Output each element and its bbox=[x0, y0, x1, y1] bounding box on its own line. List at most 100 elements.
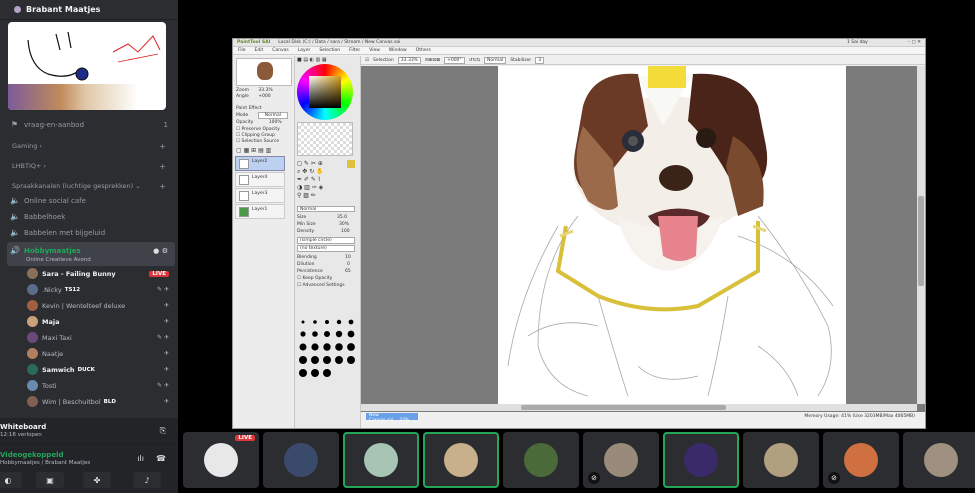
camera-button[interactable]: ◐ bbox=[0, 472, 22, 488]
category-label: Spraakkanalen (luchtige gesprekken) bbox=[12, 182, 134, 190]
menu-filter[interactable]: Filter bbox=[349, 48, 360, 53]
screen-share-button[interactable]: ▣ bbox=[36, 472, 64, 488]
clipping-group-checkbox[interactable]: ☐ Clipping Group bbox=[236, 133, 275, 138]
menu-layer[interactable]: Layer bbox=[298, 48, 311, 53]
advanced-settings-checkbox[interactable]: ☐ Advanced Settings bbox=[297, 283, 345, 288]
category-voice[interactable]: Spraakkanalen (luchtige gesprekken) ⌄ + bbox=[12, 182, 172, 191]
nicky-tile[interactable] bbox=[263, 432, 339, 488]
layer-buttons-icon[interactable]: ▢ ▦ ⊞ ▤ ▥ bbox=[236, 147, 271, 154]
category-lhbtiq[interactable]: LHBTIQ+ › + bbox=[12, 162, 172, 171]
min-size-row[interactable]: Min Size 30% bbox=[297, 222, 357, 227]
active-channel-row[interactable]: 🔊 Hobbymaatjes ● ⚙ bbox=[10, 246, 174, 255]
layer-row[interactable]: Layer1 bbox=[235, 204, 285, 219]
selection-source-checkbox[interactable]: ☐ Selection Source bbox=[236, 139, 279, 144]
voice-user[interactable]: Tosti ✎ ✈ bbox=[27, 380, 173, 391]
voice-user[interactable]: Maxi Taxi ✎ ✈ bbox=[27, 332, 173, 343]
blend-select[interactable]: Normal bbox=[484, 56, 507, 64]
preserve-opacity-checkbox[interactable]: ☐ Preserve Opacity bbox=[236, 127, 280, 132]
server-banner[interactable] bbox=[8, 22, 166, 110]
voice-user[interactable]: Wim | Beschuitbol BLD ✈ bbox=[27, 396, 173, 407]
kevin-tile[interactable] bbox=[343, 432, 419, 488]
zoom-field[interactable]: 33.33% bbox=[397, 56, 421, 64]
avatar bbox=[27, 316, 38, 327]
zoom-buttons-icon[interactable]: ⊟⊞⊡⊠ bbox=[425, 58, 440, 63]
window-controls-icon[interactable]: – ▢ ✕ bbox=[908, 40, 921, 45]
app-title: PaintTool SAI bbox=[237, 40, 271, 45]
channel-actions-icon[interactable]: ● ⚙ bbox=[153, 247, 168, 255]
server-icon bbox=[14, 6, 21, 13]
voice-channel-babbelen[interactable]: 🔈 Babbelen met bijgeluid bbox=[10, 228, 174, 237]
user-status-icons: ✎ ✈ bbox=[157, 334, 169, 341]
rotate-buttons-icon[interactable]: ↺↻⇆ bbox=[469, 58, 480, 63]
voice-user[interactable]: Naatje ✈ bbox=[27, 348, 173, 359]
add-channel-icon[interactable]: + bbox=[159, 182, 166, 191]
size-row[interactable]: Size 35.0 bbox=[297, 215, 347, 220]
color-mode-icons[interactable]: ■ ▤ ◐ ▥ ▦ bbox=[297, 57, 327, 63]
tosti-tile[interactable] bbox=[743, 432, 819, 488]
vertical-scrollbar[interactable] bbox=[917, 66, 925, 404]
dilution-row[interactable]: Dilution 0 bbox=[297, 262, 357, 267]
activity-button[interactable]: ✤ bbox=[83, 472, 111, 488]
maja-tile[interactable] bbox=[423, 432, 499, 488]
menu-view[interactable]: View bbox=[369, 48, 380, 53]
layer-row[interactable]: Layer3 bbox=[235, 188, 285, 203]
participant-avatar bbox=[524, 443, 558, 477]
brush-size-grid[interactable] bbox=[297, 292, 357, 392]
disconnect-icon[interactable]: ☎ bbox=[156, 454, 166, 463]
sara-tile[interactable]: LIVE bbox=[183, 432, 259, 488]
primary-color-swatch[interactable] bbox=[347, 160, 355, 168]
color-wheel[interactable] bbox=[297, 64, 353, 120]
rotation-field[interactable]: +000° bbox=[444, 56, 465, 64]
menu-selection[interactable]: Selection bbox=[319, 48, 340, 53]
voice-user[interactable]: Samwich DUCK ✈ bbox=[27, 364, 173, 375]
persistence-row[interactable]: Persistence 65 bbox=[297, 269, 357, 274]
menu-window[interactable]: Window bbox=[389, 48, 407, 53]
paint-effect-label[interactable]: Paint Effect bbox=[236, 106, 262, 111]
menu-canvas[interactable]: Canvas bbox=[272, 48, 289, 53]
add-channel-icon[interactable]: + bbox=[159, 162, 166, 171]
voice-channel-babbelhoek[interactable]: 🔈 Babbelhoek bbox=[10, 212, 174, 221]
tool-mode-select[interactable]: Normal bbox=[297, 206, 355, 212]
canvas-tab[interactable]: New Canvas.sai 33% bbox=[366, 413, 418, 423]
category-gaming[interactable]: Gaming › + bbox=[12, 142, 172, 151]
mode-row[interactable]: Mode Normal bbox=[236, 112, 288, 119]
voice-user[interactable]: Maja ✈ bbox=[27, 316, 173, 327]
stabilizer-field[interactable]: 3 bbox=[535, 56, 545, 64]
muted-icon: ⊘ bbox=[588, 472, 600, 484]
navigator-preview[interactable] bbox=[236, 58, 292, 86]
voice-user[interactable]: Kevin | Wentelteef deluxe ✈ bbox=[27, 300, 173, 311]
drawing-canvas[interactable] bbox=[498, 66, 846, 406]
layer-row[interactable]: Layer4 bbox=[235, 172, 285, 187]
participant-avatar bbox=[844, 443, 878, 477]
selection-checkbox[interactable]: ☑ bbox=[365, 58, 369, 63]
naatje-tile[interactable]: ⊘ bbox=[583, 432, 659, 488]
voice-channel-online-social-cafe[interactable]: 🔈 Online social cafe bbox=[10, 196, 174, 205]
channel-vraag-en-aanbod[interactable]: ⚑ vraag-en-aanbod 1 bbox=[10, 120, 174, 129]
extra-tile[interactable] bbox=[903, 432, 975, 488]
soundboard-button[interactable]: ♪ bbox=[133, 472, 161, 488]
samwich-tile[interactable] bbox=[663, 432, 739, 488]
layer-row-active[interactable]: Layer2 bbox=[235, 156, 285, 171]
menu-edit[interactable]: Edit bbox=[255, 48, 264, 53]
noise-suppression-icon[interactable]: ılı bbox=[137, 454, 144, 463]
swatch-area[interactable] bbox=[297, 122, 353, 156]
brush-texture-select[interactable]: (no texture) bbox=[297, 245, 355, 252]
activity-icon[interactable]: ⎘ bbox=[160, 426, 166, 436]
menu-file[interactable]: File bbox=[238, 48, 246, 53]
blending-row[interactable]: Blending 10 bbox=[297, 255, 357, 260]
wim-tile[interactable]: ⊘ bbox=[823, 432, 899, 488]
canvas-area[interactable] bbox=[361, 66, 925, 412]
participant-avatar bbox=[764, 443, 798, 477]
server-header[interactable]: Brabant Maatjes bbox=[0, 0, 178, 20]
maxi-tile[interactable] bbox=[503, 432, 579, 488]
voice-user[interactable]: Sara - Failing Bunny LIVE bbox=[27, 268, 173, 279]
opacity-row[interactable]: Opacity 100% bbox=[236, 120, 282, 125]
density-row[interactable]: Density 100 bbox=[297, 229, 357, 234]
brush-shape-select[interactable]: (simple circle) bbox=[297, 237, 355, 244]
voice-user[interactable]: .Nicky TS12 ✎ ✈ bbox=[27, 284, 173, 295]
add-channel-icon[interactable]: + bbox=[159, 142, 166, 151]
horizontal-scrollbar[interactable] bbox=[361, 404, 917, 411]
menu-others[interactable]: Others bbox=[416, 48, 431, 53]
keep-opacity-checkbox[interactable]: ☐ Keep Opacity bbox=[297, 276, 332, 281]
whiteboard-activity[interactable]: Whiteboard 12:18 verlopen ⎘ bbox=[0, 418, 178, 444]
